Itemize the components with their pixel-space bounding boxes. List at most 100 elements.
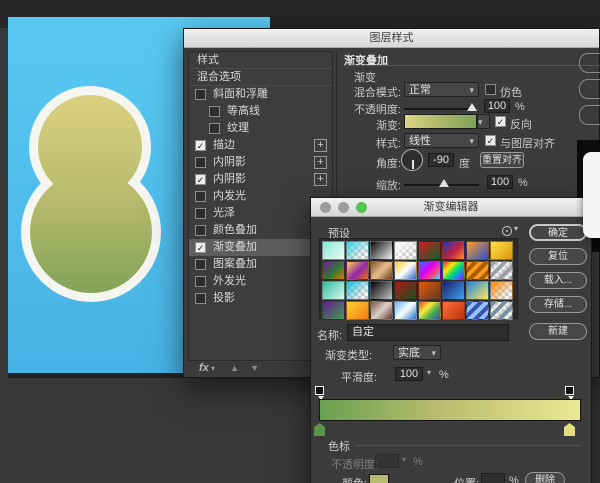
reset-button[interactable]: 复位 bbox=[529, 248, 587, 265]
stop-color-swatch[interactable] bbox=[369, 474, 389, 483]
gradient-preset-22[interactable] bbox=[466, 281, 489, 300]
align-with-layer-checkbox[interactable]: ✓ bbox=[485, 135, 496, 146]
effect-checkbox[interactable] bbox=[209, 123, 220, 134]
gradient-preset-15[interactable] bbox=[490, 261, 513, 280]
effect-row-5[interactable]: ✓内阴影+ bbox=[189, 171, 332, 188]
effect-checkbox[interactable]: ✓ bbox=[195, 242, 206, 253]
gradient-preset-31[interactable] bbox=[490, 301, 513, 320]
load-button[interactable]: 载入... bbox=[529, 272, 587, 289]
zoom-window-icon[interactable] bbox=[356, 202, 367, 213]
effect-checkbox[interactable] bbox=[195, 276, 206, 287]
effect-checkbox[interactable] bbox=[195, 293, 206, 304]
effect-row-1[interactable]: 等高线 bbox=[189, 103, 332, 120]
scale-value[interactable]: 100 bbox=[487, 175, 513, 189]
add-effect-instance-button[interactable]: + bbox=[314, 173, 327, 186]
gradient-preset-26[interactable] bbox=[370, 301, 393, 320]
opacity-slider-thumb[interactable] bbox=[467, 103, 477, 111]
gradient-preset-16[interactable] bbox=[322, 281, 345, 300]
gradient-preset-3[interactable] bbox=[394, 241, 417, 260]
gradient-preset-12[interactable] bbox=[418, 261, 441, 280]
gradient-preset-24[interactable] bbox=[322, 301, 345, 320]
gradient-preset-9[interactable] bbox=[346, 261, 369, 280]
gradient-type-dropdown[interactable]: 实底 ▾ bbox=[393, 345, 441, 360]
layer-style-title[interactable]: 图层样式 bbox=[184, 29, 599, 48]
styles-header[interactable]: 样式 bbox=[189, 52, 332, 69]
gradient-preset-29[interactable] bbox=[442, 301, 465, 320]
opacity-value[interactable]: 100 bbox=[484, 99, 510, 113]
gradient-preset-19[interactable] bbox=[394, 281, 417, 300]
save-button[interactable]: 存储... bbox=[529, 296, 587, 313]
effect-row-2[interactable]: 纹理 bbox=[189, 120, 332, 137]
gradient-preset-11[interactable] bbox=[394, 261, 417, 280]
smoothness-value[interactable]: 100 bbox=[395, 367, 423, 381]
move-effect-down-icon[interactable]: ▼ bbox=[250, 363, 259, 373]
angle-value[interactable]: -90 bbox=[428, 153, 454, 167]
add-effect-instance-button[interactable]: + bbox=[314, 139, 327, 152]
move-effect-up-icon[interactable]: ▲ bbox=[230, 363, 239, 373]
gradient-preset-18[interactable] bbox=[370, 281, 393, 300]
gradient-preset-28[interactable] bbox=[418, 301, 441, 320]
new-button[interactable]: 新建 bbox=[529, 323, 587, 340]
close-icon[interactable] bbox=[320, 202, 331, 213]
add-effect-instance-button[interactable]: + bbox=[314, 156, 327, 169]
gradient-preset-2[interactable] bbox=[370, 241, 393, 260]
delete-stop-button[interactable]: 删除 bbox=[525, 472, 565, 483]
gradient-preset-20[interactable] bbox=[418, 281, 441, 300]
effect-row-3[interactable]: ✓描边+ bbox=[189, 137, 332, 154]
effect-row-4[interactable]: 内阴影+ bbox=[189, 154, 332, 171]
effect-checkbox[interactable] bbox=[195, 208, 206, 219]
gradient-preset-10[interactable] bbox=[370, 261, 393, 280]
opacity-stop-right[interactable] bbox=[565, 386, 574, 395]
angle-degree-label: 度 bbox=[459, 155, 470, 171]
gradient-preset-17[interactable] bbox=[346, 281, 369, 300]
color-stop-left[interactable] bbox=[314, 423, 325, 436]
new-style-button-cutoff[interactable] bbox=[579, 105, 600, 125]
gradient-preset-14[interactable] bbox=[466, 261, 489, 280]
gradient-preset-23[interactable] bbox=[490, 281, 513, 300]
gradient-preview-bar[interactable] bbox=[319, 399, 581, 421]
gradient-preset-13[interactable] bbox=[442, 261, 465, 280]
angle-dial[interactable] bbox=[401, 149, 423, 171]
gradient-swatch-dropdown[interactable]: ▾ bbox=[477, 114, 490, 129]
gradient-preset-8[interactable] bbox=[322, 261, 345, 280]
gradient-preset-4[interactable] bbox=[418, 241, 441, 260]
effect-checkbox[interactable] bbox=[195, 157, 206, 168]
gradient-editor-title[interactable]: 渐变编辑器 bbox=[311, 198, 591, 217]
effect-checkbox[interactable]: ✓ bbox=[195, 174, 206, 185]
effect-checkbox[interactable] bbox=[195, 89, 206, 100]
effect-checkbox[interactable] bbox=[195, 191, 206, 202]
blend-mode-dropdown[interactable]: 正常 ▾ bbox=[404, 82, 479, 97]
gradient-preset-0[interactable] bbox=[322, 241, 345, 260]
color-stop-right[interactable] bbox=[564, 423, 575, 436]
ok-button-cutoff[interactable] bbox=[579, 53, 600, 73]
gradient-swatch[interactable] bbox=[404, 114, 477, 129]
effect-row-0[interactable]: 斜面和浮雕 bbox=[189, 86, 332, 103]
effect-checkbox[interactable] bbox=[195, 225, 206, 236]
gradient-preset-1[interactable] bbox=[346, 241, 369, 260]
gradient-preset-6[interactable] bbox=[466, 241, 489, 260]
effect-checkbox[interactable] bbox=[195, 259, 206, 270]
style-dropdown[interactable]: 线性 ▾ bbox=[404, 133, 479, 148]
blending-options-item[interactable]: 混合选项 bbox=[189, 69, 332, 86]
effect-checkbox[interactable]: ✓ bbox=[195, 140, 206, 151]
minimize-icon[interactable] bbox=[338, 202, 349, 213]
scale-slider-thumb[interactable] bbox=[439, 179, 449, 187]
name-input[interactable]: 自定 bbox=[347, 324, 509, 341]
reverse-checkbox[interactable]: ✓ bbox=[495, 116, 506, 127]
reset-button-cutoff[interactable] bbox=[579, 79, 600, 99]
opacity-slider[interactable] bbox=[404, 108, 472, 110]
gradient-preset-30[interactable] bbox=[466, 301, 489, 320]
dither-checkbox[interactable] bbox=[485, 84, 496, 95]
ok-button[interactable]: 确定 bbox=[529, 224, 587, 241]
opacity-stop-left[interactable] bbox=[315, 386, 324, 395]
gradient-preset-25[interactable] bbox=[346, 301, 369, 320]
effect-checkbox[interactable] bbox=[209, 106, 220, 117]
reset-align-button[interactable]: 重置对齐 bbox=[480, 152, 524, 168]
fx-menu-button[interactable]: fx bbox=[199, 362, 209, 374]
gradient-preset-27[interactable] bbox=[394, 301, 417, 320]
gradient-preset-5[interactable] bbox=[442, 241, 465, 260]
gear-icon[interactable] bbox=[502, 226, 512, 236]
gradient-preset-21[interactable] bbox=[442, 281, 465, 300]
gradient-preset-7[interactable] bbox=[490, 241, 513, 260]
stop-location-value[interactable] bbox=[481, 473, 505, 483]
